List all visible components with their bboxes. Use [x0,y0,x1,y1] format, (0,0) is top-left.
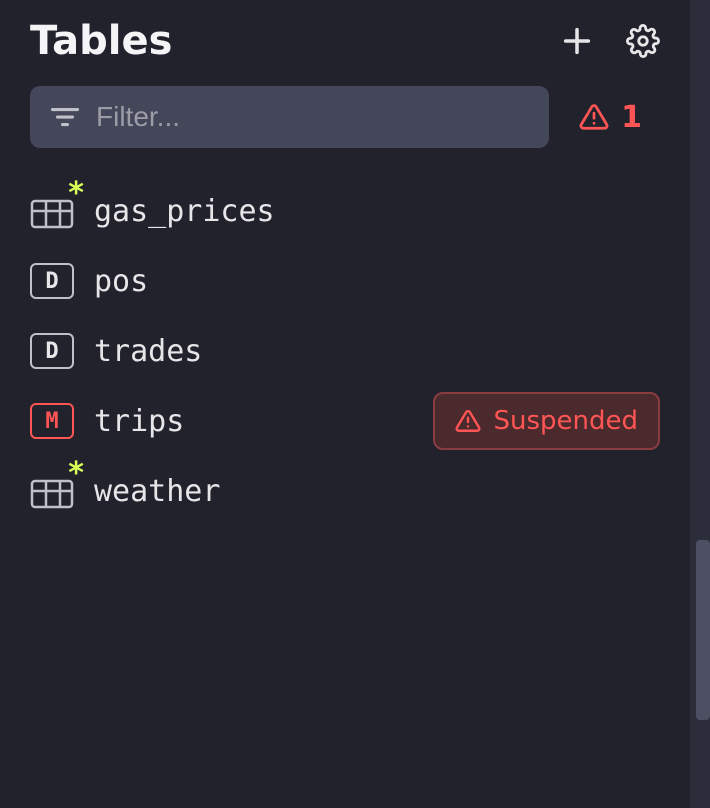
scrollbar-track[interactable] [690,0,710,808]
tables-panel: Tables 1 * gas_prices [0,0,690,808]
filter-input[interactable] [96,101,529,133]
plus-icon [560,24,594,58]
table-item-trips[interactable]: M trips Suspended [30,386,660,456]
gear-icon [626,24,660,58]
table-type-m-icon: M [30,403,74,439]
table-name: pos [94,264,660,299]
asterisk-icon: * [68,179,84,209]
table-type-d-icon: D [30,333,74,369]
add-button[interactable] [560,24,594,58]
status-label: Suspended [493,406,638,436]
asterisk-icon: * [68,459,84,489]
materialized-view-icon: * [30,473,74,509]
table-type-d-icon: D [30,263,74,299]
table-name: gas_prices [94,194,660,229]
warning-triangle-icon [579,102,609,132]
header-actions [560,24,660,58]
filter-input-wrap[interactable] [30,86,549,148]
table-name: weather [94,474,660,509]
table-list: * gas_prices D pos D trades M trips Susp… [30,176,660,526]
warning-count-badge[interactable]: 1 [579,100,660,135]
settings-button[interactable] [626,24,660,58]
filter-row: 1 [30,86,660,148]
table-item-pos[interactable]: D pos [30,246,660,316]
warning-count: 1 [621,100,642,135]
table-item-trades[interactable]: D trades [30,316,660,386]
warning-triangle-icon [455,408,481,434]
scrollbar-thumb[interactable] [696,540,710,720]
materialized-view-icon: * [30,193,74,229]
panel-title: Tables [30,18,172,64]
filter-icon [50,105,80,129]
table-item-weather[interactable]: * weather [30,456,660,526]
panel-header: Tables [30,18,660,64]
table-name: trips [94,404,433,439]
suspended-badge[interactable]: Suspended [433,392,660,450]
table-name: trades [94,334,660,369]
table-item-gas-prices[interactable]: * gas_prices [30,176,660,246]
